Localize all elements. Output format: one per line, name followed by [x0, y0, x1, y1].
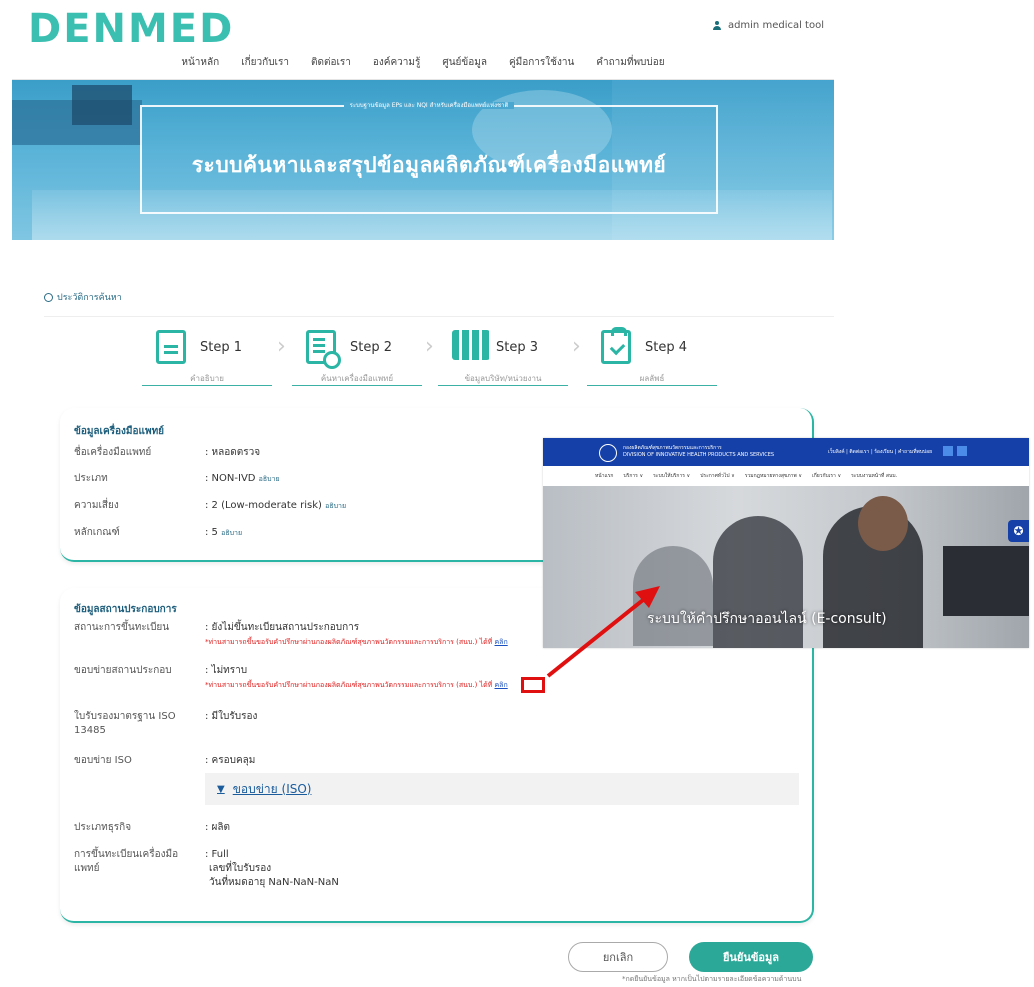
- org-name-th: กองผลิตภัณฑ์สุขภาพนวัตกรรมและการบริการ: [623, 445, 722, 451]
- step-4-sub: ผลลัพธ์: [639, 374, 665, 383]
- business-type-value: : ผลิต: [205, 822, 231, 833]
- step-4-label: Step 4: [645, 340, 688, 355]
- history-icon: [44, 292, 53, 302]
- step-3-sub: ข้อมูลบริษัท/หน่วยงาน: [464, 374, 542, 383]
- step-2-label: Step 2: [350, 340, 393, 355]
- risk-value: : 2 (Low-moderate risk) อธิบาย: [205, 500, 347, 511]
- divider: [44, 316, 834, 317]
- ov-nav-item[interactable]: รวมกฎหมายทางสุขภาพ ∨: [745, 472, 802, 480]
- step-4[interactable]: Step 4 ผลลัพธ์: [587, 327, 717, 386]
- step-1-sub: คำอธิบาย: [190, 374, 224, 383]
- step-2-sub: ค้นหาเครื่องมือแพทย์: [320, 374, 394, 383]
- rule-label: หลักเกณฑ์: [74, 527, 120, 538]
- registration-status-value: : ยังไม่ขึ้นทะเบียนสถานประกอบการ *ท่านสา…: [205, 622, 508, 646]
- nav-about[interactable]: เกี่ยวกับเรา: [241, 55, 289, 79]
- company-card-title: ข้อมูลสถานประกอบการ: [74, 604, 177, 615]
- ov-nav-item[interactable]: บริการ ∨: [623, 472, 643, 480]
- iso-scope-expander[interactable]: ▼ ขอบข่าย (ISO): [205, 773, 799, 805]
- step-1-label: Step 1: [200, 340, 243, 355]
- device-name-value: : หลอดตรวจ: [205, 447, 261, 458]
- ov-nav-item[interactable]: ระบบงานหน้าที่ สนบ.: [851, 472, 897, 480]
- search-history-link[interactable]: ประวัติการค้นหา: [44, 290, 122, 304]
- econsult-preview: กองผลิตภัณฑ์สุขภาพนวัตกรรมและการบริการ D…: [543, 438, 1029, 648]
- search-history-label: ประวัติการค้นหา: [57, 293, 122, 303]
- cancel-button[interactable]: ยกเลิก: [568, 942, 668, 972]
- user-icon: [712, 20, 722, 31]
- scope-value: : ไม่ทราบ *ท่านสามารถขึ้นขอรับคำปรึกษาผ่…: [205, 665, 508, 689]
- device-type-label: ประเภท: [74, 473, 108, 484]
- top-links[interactable]: เว็บลิงค์ | ติดต่อเรา | ร้องเรียน | คำถา…: [828, 448, 932, 456]
- chevron-right-icon: ›: [425, 334, 434, 359]
- device-registration-value: : Full เลขที่ใบรับรอง วันที่หมดอายุ NaN-…: [205, 849, 339, 888]
- denmed-logo[interactable]: DENMED: [28, 6, 234, 52]
- banner-title: ระบบค้นหาและสรุปข้อมูลผลิตภัณฑ์เครื่องมื…: [191, 153, 667, 177]
- explain-link[interactable]: อธิบาย: [221, 529, 242, 537]
- rule-value: : 5 อธิบาย: [205, 527, 243, 538]
- building-icon: [452, 330, 490, 360]
- consult-link[interactable]: คลิก: [495, 638, 508, 646]
- iso-scope-value: : ครอบคลุม: [205, 755, 256, 766]
- user-name: admin medical tool: [727, 20, 824, 31]
- econsult-nav: หน้าแรก บริการ ∨ ระบบให้บริการ ∨ ประกาศท…: [543, 466, 1029, 486]
- clipboard-check-icon: [601, 327, 631, 364]
- registration-status-label: สถานะการขึ้นทะเบียน: [74, 622, 170, 633]
- scope-label: ขอบข่ายสถานประกอบ: [74, 665, 172, 676]
- explain-link[interactable]: อธิบาย: [259, 475, 280, 483]
- triangle-down-icon: ▼: [217, 783, 225, 795]
- consult-note: *ท่านสามารถขึ้นขอรับคำปรึกษาผ่านกองผลิตภ…: [205, 638, 493, 646]
- device-type-value: : NON-IVD อธิบาย: [205, 473, 280, 484]
- nav-manual[interactable]: คู่มือการใช้งาน: [509, 55, 574, 79]
- device-card-title: ข้อมูลเครื่องมือแพทย์: [74, 426, 165, 437]
- nav-home[interactable]: หน้าหลัก: [181, 55, 219, 79]
- device-registration-label: การขึ้นทะเบียนเครื่องมือแพทย์: [74, 849, 179, 874]
- hero-banner: ระบบฐานข้อมูล EPs และ NQI สำหรับเครื่องม…: [12, 80, 834, 240]
- confirm-note: *กดยืนยันข้อมูล หากเป็นไปตามรายละเอียดข้…: [622, 975, 802, 983]
- iso-scope-expander-label: ขอบข่าย (ISO): [232, 781, 312, 796]
- nav-knowledge[interactable]: องค์ความรู้: [373, 55, 420, 79]
- step-2[interactable]: Step 2 ค้นหาเครื่องมือแพทย์: [292, 330, 422, 386]
- main-nav: หน้าหลัก เกี่ยวกับเรา ติดต่อเรา องค์ความ…: [12, 55, 834, 80]
- nav-faq[interactable]: คำถามที่พบบ่อย: [596, 55, 664, 79]
- risk-label: ความเสี่ยง: [74, 500, 119, 511]
- explain-link[interactable]: อธิบาย: [325, 502, 346, 510]
- nav-data-center[interactable]: ศูนย์ข้อมูล: [442, 55, 487, 79]
- econsult-header: กองผลิตภัณฑ์สุขภาพนวัตกรรมและการบริการ D…: [543, 438, 1029, 466]
- language-icon[interactable]: [957, 446, 967, 456]
- ministry-logo-icon: [599, 444, 617, 462]
- banner-subtitle: ระบบฐานข้อมูล EPs และ NQI สำหรับเครื่องม…: [343, 102, 515, 109]
- ov-nav-item[interactable]: หน้าแรก: [595, 472, 613, 480]
- business-type-label: ประเภทธุรกิจ: [74, 822, 132, 833]
- ov-nav-item[interactable]: เกี่ยวกับเรา ∨: [812, 472, 841, 480]
- device-name-label: ชื่อเครื่องมือแพทย์: [74, 447, 152, 458]
- search-list-icon: [306, 330, 341, 369]
- search-icon[interactable]: [943, 446, 953, 456]
- nav-contact[interactable]: ติดต่อเรา: [311, 55, 351, 79]
- step-3-label: Step 3: [496, 340, 539, 355]
- banner-frame: ระบบฐานข้อมูล EPs และ NQI สำหรับเครื่องม…: [140, 102, 718, 214]
- iso-cert-value: : มีใบรับรอง: [205, 711, 258, 722]
- econsult-title: ระบบให้คำปรึกษาออนไลน์ (E-consult): [647, 611, 887, 627]
- step-3[interactable]: Step 3 ข้อมูลบริษัท/หน่วยงาน: [438, 330, 568, 386]
- org-name-en: DIVISION OF INNOVATIVE HEALTH PRODUCTS A…: [623, 452, 775, 458]
- ov-nav-item[interactable]: ประกาศทั่วไป ∨: [700, 472, 735, 480]
- user-menu[interactable]: admin medical tool: [712, 20, 824, 31]
- confirm-button[interactable]: ยืนยันข้อมูล: [689, 942, 813, 972]
- call-center-photo: ระบบให้คำปรึกษาออนไลน์ (E-consult): [543, 486, 1029, 648]
- iso-cert-label: ใบรับรองมาตรฐาน ISO 13485: [74, 711, 176, 736]
- chevron-right-icon: ›: [277, 334, 286, 359]
- chevron-right-icon: ›: [572, 334, 581, 359]
- document-icon: [156, 330, 186, 364]
- iso-scope-label: ขอบข่าย ISO: [74, 755, 132, 766]
- accessibility-icon[interactable]: ✪: [1008, 520, 1029, 542]
- annotation-highlight-box: [521, 677, 545, 693]
- ov-nav-item[interactable]: ระบบให้บริการ ∨: [653, 472, 690, 480]
- consult-link[interactable]: คลิก: [495, 681, 508, 689]
- step-1[interactable]: Step 1 คำอธิบาย: [142, 330, 272, 386]
- consult-note: *ท่านสามารถขึ้นขอรับคำปรึกษาผ่านกองผลิตภ…: [205, 681, 493, 689]
